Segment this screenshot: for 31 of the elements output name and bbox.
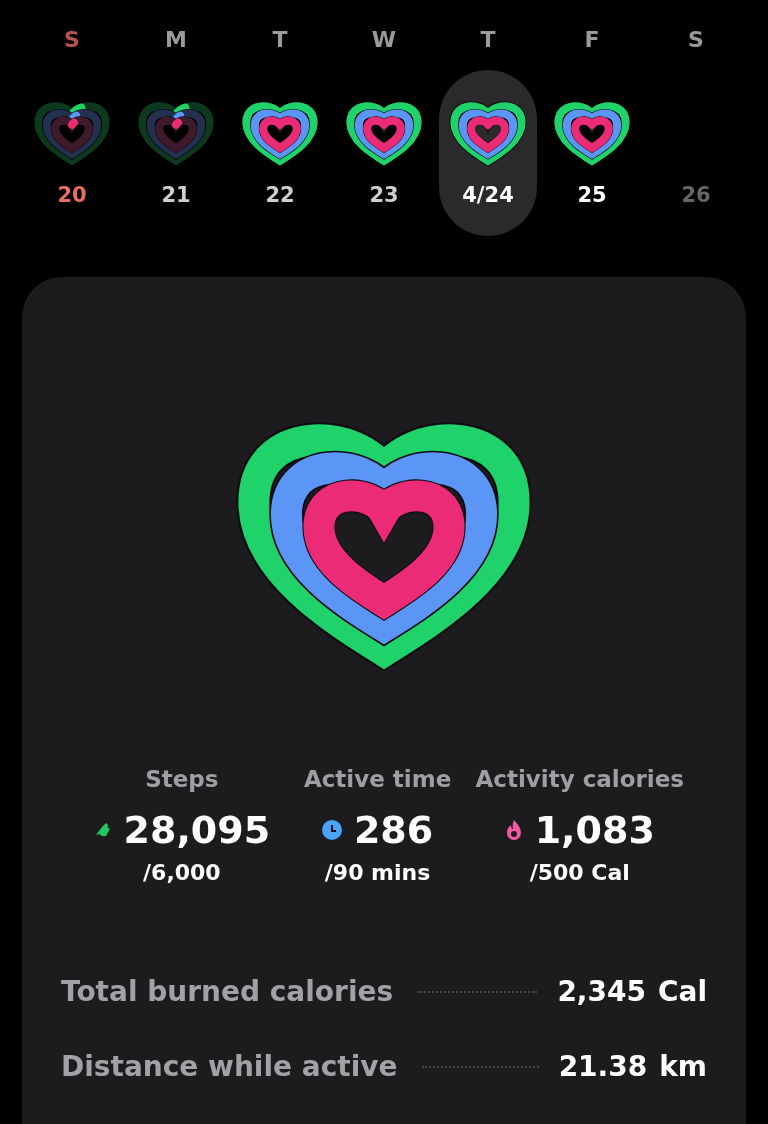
day-date[interactable]: 26 xyxy=(681,183,711,207)
weekday-label: M xyxy=(165,26,187,54)
flame-icon xyxy=(504,819,523,841)
detail-label: Total burned calories xyxy=(61,975,394,1008)
weekday-label: F xyxy=(584,26,600,54)
weekday-label: S xyxy=(688,26,704,54)
weekday-label: S xyxy=(64,26,80,54)
day-date[interactable]: 21 xyxy=(161,183,191,207)
day-date[interactable]: 20 xyxy=(57,183,87,207)
stat-value: 1,083 xyxy=(534,808,655,852)
stat-label: Steps xyxy=(145,766,219,792)
stat-goal: /90 mins xyxy=(324,860,431,885)
day-date[interactable]: 25 xyxy=(577,183,607,207)
detail-unit: Cal xyxy=(657,975,707,1008)
stat-label: Active time xyxy=(303,766,452,792)
clock-icon xyxy=(321,820,342,840)
stat-value: 286 xyxy=(353,808,434,852)
stat-label: Activity calories xyxy=(475,766,684,792)
stat-goal: /500 Cal xyxy=(529,860,630,885)
day-date[interactable]: 23 xyxy=(369,183,399,207)
detail-value: 2,345 xyxy=(557,975,646,1008)
detail-value: 21.38 xyxy=(558,1050,648,1083)
weekday-label: W xyxy=(371,26,397,54)
weekday-label: T xyxy=(272,26,288,54)
detail-label: Distance while active xyxy=(61,1050,398,1083)
stat-goal: /6,000 xyxy=(143,860,221,885)
weekday-label: T xyxy=(480,26,496,54)
detail-unit: km xyxy=(659,1050,707,1083)
day-date[interactable]: 22 xyxy=(265,183,295,207)
day-date[interactable]: 4/24 xyxy=(462,183,514,207)
stat-value: 28,095 xyxy=(123,808,271,852)
